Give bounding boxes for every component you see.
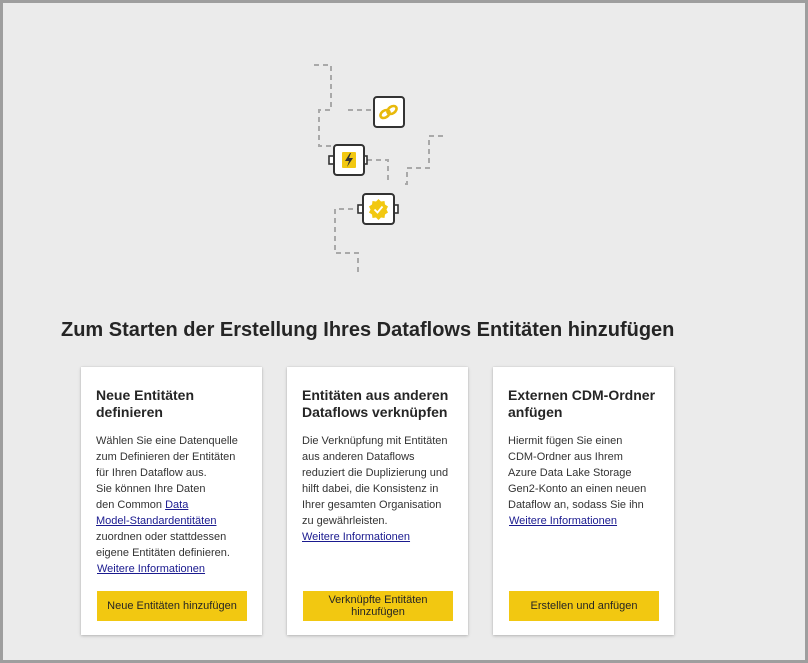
create-and-attach-button[interactable]: Erstellen und anfügen — [509, 591, 659, 621]
card-new-entities: Neue Entitäten definieren Wählen Sie ein… — [81, 367, 262, 635]
card-text-line: Die Verknüpfung mit Entitäten — [302, 435, 448, 447]
card-text-line: zum Definieren der Entitäten — [96, 451, 236, 463]
card-text-line: Hiermit fügen Sie einen — [508, 435, 623, 447]
card-text-line: Ihrer gesamten Organisation — [302, 499, 442, 511]
card-text-line: aus anderen Dataflows — [302, 451, 415, 463]
learn-more-link[interactable]: Weitere Informationen — [509, 513, 617, 529]
card-text-line: Wählen Sie eine Datenquelle — [96, 435, 238, 447]
cdm-entities-link[interactable]: Data — [165, 499, 188, 511]
card-text-line: Model-Standardentitäten — [96, 513, 256, 529]
dataflow-start-page: Zum Starten der Erstellung Ihres Dataflo… — [0, 0, 808, 663]
card-text-line: Weitere Informationen — [302, 529, 462, 545]
lightning-icon — [328, 144, 368, 176]
learn-more-link[interactable]: Weitere Informationen — [97, 561, 205, 577]
card-text-line: CDM-Ordner aus Ihrem — [508, 451, 623, 463]
add-new-entities-button[interactable]: Neue Entitäten hinzufügen — [97, 591, 247, 621]
card-text-line: Gen2-Konto an einen neuen — [508, 483, 647, 495]
card-text-line: Weitere Informationen — [96, 561, 256, 577]
card-text-line: eigene Entitäten definieren. — [96, 547, 230, 559]
dataflow-illustration — [314, 64, 443, 273]
card-description: Hiermit fügen Sie einen CDM-Ordner aus I… — [508, 433, 668, 529]
card-text-line: Weitere Informationen — [508, 513, 668, 529]
card-cdm-folder: Externen CDM-Ordner anfügen Hiermit füge… — [493, 367, 674, 635]
cdm-entities-link[interactable]: Model-Standardentitäten — [96, 515, 216, 527]
card-title: Entitäten aus anderen Dataflows verknüpf… — [302, 387, 449, 420]
card-text-line: für Ihren Dataflow aus. — [96, 467, 207, 479]
card-text-line: zuordnen oder stattdessen — [96, 531, 227, 543]
card-text-line: Sie können Ihre Daten — [96, 483, 206, 495]
card-text-line: Azure Data Lake Storage — [508, 467, 632, 479]
add-linked-entities-button[interactable]: Verknüpfte Entitäten hinzufügen — [303, 591, 453, 621]
card-description: Die Verknüpfung mit Entitäten aus andere… — [302, 433, 462, 545]
card-title: Neue Entitäten definieren — [96, 387, 195, 420]
card-title: Externen CDM-Ordner anfügen — [508, 387, 656, 420]
certified-badge-icon — [357, 193, 399, 225]
card-text-line: zu gewährleisten. — [302, 515, 388, 527]
learn-more-link[interactable]: Weitere Informationen — [302, 529, 410, 545]
card-description: Wählen Sie eine Datenquelle zum Definier… — [96, 433, 256, 577]
card-linked-entities: Entitäten aus anderen Dataflows verknüpf… — [287, 367, 468, 635]
card-text-line: den Common Data — [96, 497, 256, 513]
page-title: Zum Starten der Erstellung Ihres Dataflo… — [61, 319, 675, 341]
link-icon — [373, 96, 405, 128]
card-text-line: hilft dabei, die Konsistenz in — [302, 483, 439, 495]
card-text-line: reduziert die Duplizierung und — [302, 467, 449, 479]
card-text-line: Dataflow an, sodass Sie ihn — [508, 499, 644, 511]
card-text-fragment: den Common — [96, 499, 166, 511]
